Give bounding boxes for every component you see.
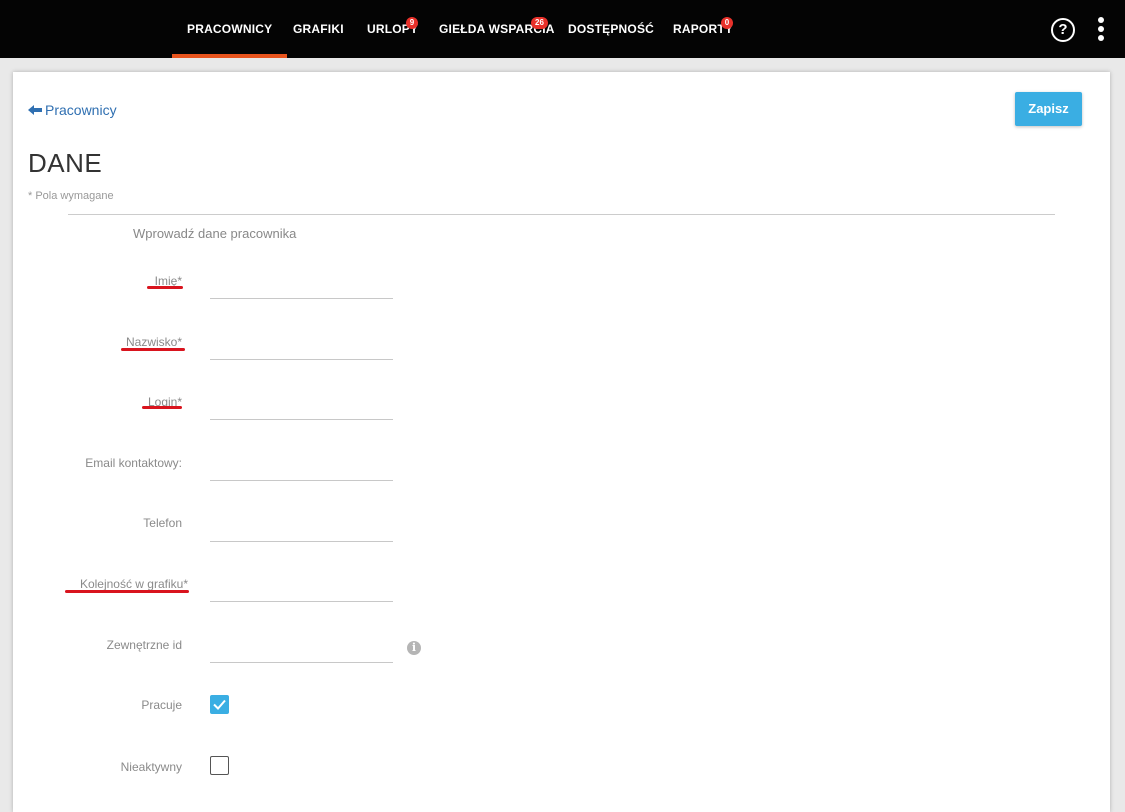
working-checkbox[interactable] (210, 695, 229, 714)
nav-item-label: DOSTĘPNOŚĆ (568, 22, 655, 36)
nav-item-grafiki[interactable]: GRAFIKI (293, 0, 344, 58)
login-input[interactable] (210, 395, 393, 420)
top-navigation-bar: PRACOWNICY GRAFIKI URLOPY 9 GIEŁDA WSPAR… (0, 0, 1125, 58)
info-icon[interactable]: i (407, 641, 421, 655)
working-label: Pracuje (141, 698, 182, 712)
email-input[interactable] (210, 456, 393, 481)
nav-item-pracownicy[interactable]: PRACOWNICY (171, 0, 288, 58)
schedule-order-input[interactable] (210, 577, 393, 602)
phone-label: Telefon (143, 516, 182, 530)
email-label: Email kontaktowy: (85, 456, 182, 470)
help-glyph: ? (1058, 21, 1068, 38)
help-circle-icon[interactable]: ? (1051, 18, 1075, 42)
phone-input[interactable] (210, 517, 393, 542)
gielda-count-badge: 26 (531, 17, 548, 29)
required-highlight-underline (65, 590, 189, 593)
arrow-left-icon (28, 105, 42, 115)
kebab-menu-icon[interactable] (1097, 17, 1105, 41)
nav-item-raporty[interactable]: RAPORTY (673, 0, 733, 58)
nav-item-dostepnosc[interactable]: DOSTĘPNOŚĆ (568, 0, 654, 58)
nav-item-label: PRACOWNICY (187, 22, 273, 36)
section-divider (68, 214, 1055, 215)
external-id-label: Zewnętrzne id (106, 638, 182, 652)
schedule-order-label: Kolejność w grafiku* (79, 577, 188, 591)
urlopy-count-badge: 9 (406, 17, 418, 29)
back-to-pracownicy-link[interactable]: Pracownicy (28, 102, 117, 118)
required-highlight-underline (142, 406, 182, 409)
nav-item-label: GRAFIKI (293, 22, 344, 36)
required-fields-note: * Pola wymagane (28, 190, 114, 202)
first-name-input[interactable] (210, 274, 393, 299)
section-hint: Wprowadź dane pracownika (133, 226, 297, 241)
nav-item-urlopy[interactable]: URLOPY (367, 0, 418, 58)
checkmark-icon (213, 699, 226, 710)
last-name-input[interactable] (210, 335, 393, 360)
raporty-count-badge: 0 (721, 17, 733, 29)
inactive-label: Nieaktywny (120, 760, 182, 774)
required-highlight-underline (121, 348, 185, 351)
save-button[interactable]: Zapisz (1015, 92, 1082, 126)
external-id-input[interactable] (210, 638, 393, 663)
page-title: DANE (28, 148, 103, 178)
nav-item-gielda-wsparcia[interactable]: GIEŁDA WSPARCIA (439, 0, 555, 58)
required-highlight-underline (147, 286, 183, 289)
inactive-checkbox[interactable] (210, 756, 229, 775)
last-name-label: Nazwisko* (125, 335, 182, 349)
back-link-label: Pracownicy (45, 102, 117, 118)
